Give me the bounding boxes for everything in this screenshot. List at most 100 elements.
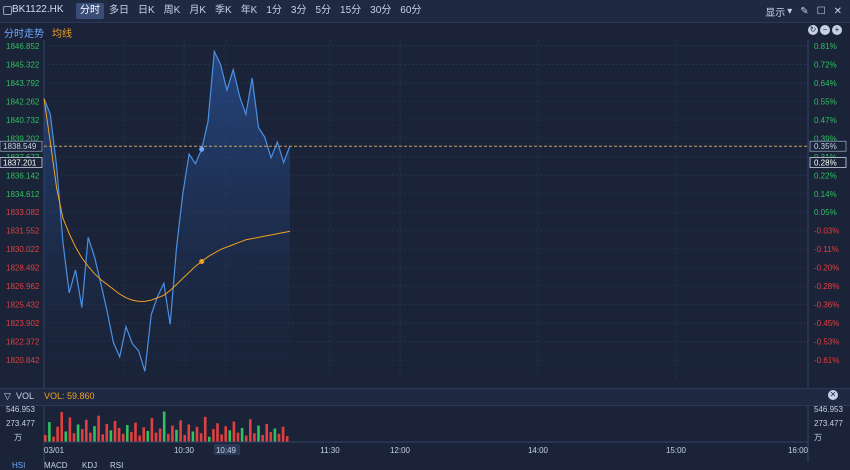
volume-bar [134,422,137,442]
volume-bar [60,412,63,442]
volume-bar [285,436,289,442]
time-tick-label: 12:00 [390,446,411,455]
volume-bar [208,436,211,442]
time-tick-label: 16:00 [788,446,809,455]
pct-tick-label: -0.53% [814,338,839,347]
pct-tick-label: 0.05% [814,208,837,217]
price-tick-label: 1826.962 [6,282,40,291]
ref-price-label: 1838.549 [3,142,37,151]
volume-bar [101,434,104,442]
volume-bar [171,425,174,442]
volume-bar [187,424,191,442]
volume-bar [265,423,268,442]
volume-bar [72,433,76,442]
pct-tick-label: -0.61% [814,356,839,365]
price-tick-label: 1846.852 [6,42,40,51]
volume-bar [269,432,273,442]
volume-bar [212,429,215,442]
volume-bar [109,430,113,442]
indicator-tab-kdj: KDJ [82,461,97,470]
volume-bar [261,434,264,442]
volume-bar [253,433,256,442]
volume-bar [195,426,199,442]
volume-bar [277,433,281,442]
time-tick-label: 14:00 [528,446,549,455]
volume-bar [236,432,240,442]
pct-tick-label: -0.45% [814,319,839,328]
volume-bar [257,425,260,442]
pct-tick-label: 0.81% [814,42,837,51]
pct-tick-label: -0.28% [814,282,839,291]
pct-tick-label: 0.47% [814,116,837,125]
price-tick-label: 1840.732 [6,116,40,125]
time-tick-label: 15:00 [666,446,687,455]
price-tick-label: 1831.552 [6,227,40,236]
volume-bar [64,431,68,442]
cur-price-label: 1837.201 [3,159,37,168]
time-tick-label: 11:30 [320,446,340,455]
price-tick-label: 1823.902 [6,319,40,328]
volume-bar [162,411,166,442]
cur-pct-label: 0.28% [814,159,837,168]
volume-bar [113,420,117,442]
pct-tick-label: -0.11% [814,245,839,254]
pct-tick-label: 0.64% [814,79,837,88]
indicator-tab-rsi: RSI [110,461,123,470]
volume-bar [150,418,154,442]
volume-bar [146,430,150,442]
volume-bar [105,423,109,442]
volume-tick-label-right: 273.477 [814,419,843,428]
volume-bar [76,424,80,442]
volume-bar [154,432,158,442]
price-tick-label: 1843.792 [6,79,40,88]
price-tick-label: 1830.022 [6,245,40,254]
volume-bar [158,428,162,442]
volume-bar [191,431,195,442]
ref-pct-label: 0.35% [814,142,837,151]
pct-tick-label: 0.14% [814,190,837,199]
price-tick-label: 1836.142 [6,171,40,180]
volume-bar [220,434,223,442]
volume-tick-label-right: 546.953 [814,405,843,414]
volume-bar [93,426,96,442]
close-icon[interactable]: ✕ [828,390,838,400]
volume-bar [228,430,232,442]
indicator-tab-macd: MACD [44,461,68,470]
price-tick-label: 1842.262 [6,97,40,106]
volume-bar [97,415,100,442]
pct-tick-label: -0.20% [814,264,839,273]
time-tick-label: 10:30 [174,446,195,455]
pct-tick-label: 0.72% [814,60,837,69]
volume-bar [142,427,145,442]
time-tick-label: 03/01 [44,446,65,455]
price-area [44,51,290,381]
volume-bar [89,432,92,442]
volume-bar [52,436,55,442]
price-tick-label: 1845.322 [6,60,40,69]
volume-bar [244,435,248,442]
indicator-tab-hsi: HSI [12,461,25,470]
volume-bar [199,433,203,442]
volume-bar [183,434,186,442]
volume-bar [85,419,88,442]
price-tick-label: 1833.082 [6,208,40,217]
volume-unit-label-right: 万 [814,433,822,442]
pct-tick-label: -0.03% [814,227,839,236]
volume-bar [179,420,182,442]
volume-bar [56,426,59,442]
volume-bar [126,425,129,442]
volume-bar [80,429,84,442]
volume-label: VOL [16,391,35,401]
price-tick-label: 1828.492 [6,264,40,273]
pct-tick-label: 0.22% [814,171,837,180]
price-tick-label: 1825.432 [6,301,40,310]
volume-bar [281,426,285,442]
avg-marker [199,259,205,265]
volume-bar [167,433,170,442]
volume-toggle-icon[interactable]: ▽ [4,391,11,402]
volume-bar [203,416,207,442]
volume-bar [249,419,252,442]
volume-bar [130,432,133,442]
pct-tick-label: 0.55% [814,97,837,106]
volume-bar [175,429,178,442]
